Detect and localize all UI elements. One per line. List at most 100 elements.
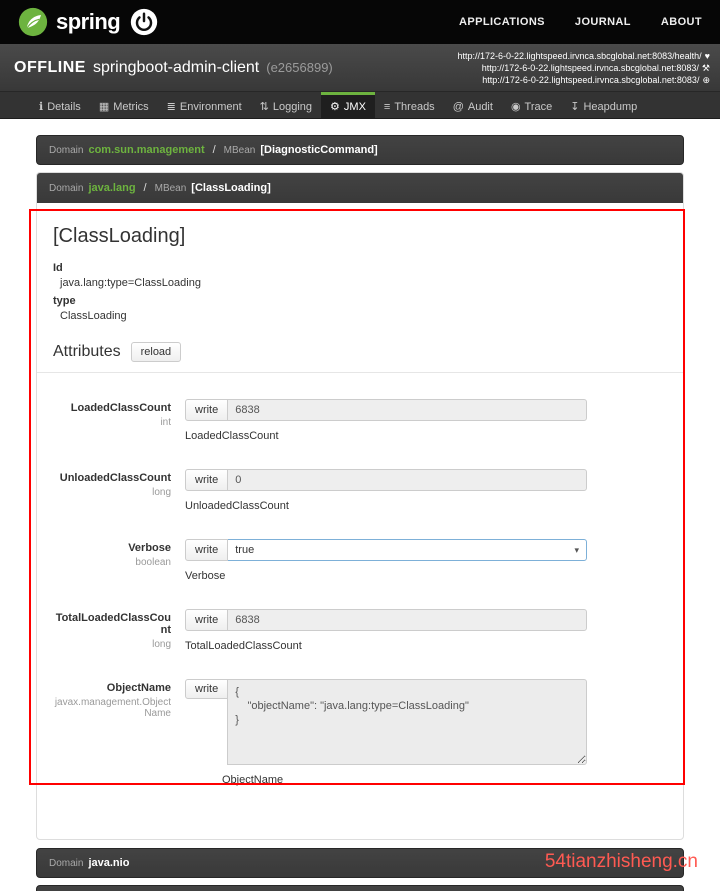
nav-applications[interactable]: APPLICATIONS	[459, 16, 545, 28]
type-label: type	[53, 295, 667, 307]
chevron-down-icon: ▾	[574, 545, 579, 556]
attribute-name: TotalLoadedClassCount	[53, 612, 171, 636]
threads-icon: ≡	[384, 101, 390, 113]
attribute-control: write TotalLoadedClassCount	[185, 609, 587, 652]
nav-journal[interactable]: JOURNAL	[575, 16, 631, 28]
jmx-content: Domain com.sun.management / MBean [Diagn…	[0, 119, 720, 891]
write-button[interactable]: write	[185, 399, 228, 421]
attribute-row-loadedclasscount: LoadedClassCount int write LoadedClassCo…	[53, 399, 667, 442]
input-group: write	[185, 469, 587, 491]
attribute-type: long	[53, 487, 171, 498]
attribute-description: ObjectName	[222, 774, 587, 786]
download-icon: ↧	[570, 100, 579, 113]
attribute-description: Verbose	[185, 570, 587, 582]
info-icon: ℹ	[39, 100, 43, 113]
attributes-title: Attributes	[53, 343, 121, 361]
input-group: write	[185, 399, 587, 421]
write-button[interactable]: write	[185, 679, 228, 699]
input-group: write	[185, 609, 587, 631]
tab-logging[interactable]: ⇅Logging	[251, 92, 321, 118]
tab-bar: ℹDetails ▦Metrics ≣Environment ⇅Logging …	[0, 92, 720, 119]
mbean-label: MBean	[224, 145, 256, 156]
service-url-link[interactable]: http://172-6-0-22.lightspeed.irvnca.sbcg…	[482, 75, 699, 85]
attribute-label: LoadedClassCount int	[53, 399, 185, 442]
tab-label: JMX	[344, 101, 366, 113]
attribute-name: ObjectName	[53, 682, 171, 694]
attribute-control: write LoadedClassCount	[185, 399, 587, 442]
unloadedclasscount-input[interactable]	[227, 469, 587, 491]
reload-button[interactable]: reload	[131, 342, 182, 362]
attribute-label: TotalLoadedClassCount long	[53, 609, 185, 652]
selected-option: true	[235, 544, 254, 556]
domain-label: Domain	[49, 858, 83, 869]
attribute-label: UnloadedClassCount long	[53, 469, 185, 512]
attribute-control: write true ▾ Verbose	[185, 539, 587, 582]
write-button[interactable]: write	[185, 609, 228, 631]
write-button[interactable]: write	[185, 469, 228, 491]
attribute-label: Verbose boolean	[53, 539, 185, 582]
tab-audit[interactable]: @Audit	[444, 92, 502, 118]
mbean-title: [ClassLoading]	[53, 225, 667, 248]
panel-classloading-header[interactable]: Domain java.lang / MBean [ClassLoading]	[37, 173, 683, 203]
classloading-detail: [ClassLoading] Id java.lang:type=ClassLo…	[37, 203, 683, 839]
gears-icon: ⚙	[330, 100, 340, 113]
tab-trace[interactable]: ◉ Trace	[502, 92, 561, 118]
application-name: springboot-admin-client	[93, 59, 259, 77]
url-row: http://172-6-0-22.lightspeed.irvnca.sbcg…	[457, 50, 710, 62]
attribute-name: Verbose	[53, 542, 171, 554]
divider	[37, 372, 683, 373]
health-url-link[interactable]: http://172-6-0-22.lightspeed.irvnca.sbcg…	[457, 51, 701, 61]
spring-brand[interactable]: spring	[18, 7, 120, 37]
mbean-identity: Id java.lang:type=ClassLoading type Clas…	[53, 262, 667, 322]
wrench-icon: ⚒	[702, 63, 710, 73]
loadedclasscount-input[interactable]	[227, 399, 587, 421]
input-group: write { "objectName": "java.lang:type=Cl…	[185, 679, 587, 765]
input-group: write true ▾	[185, 539, 587, 561]
mbean-name: [DiagnosticCommand]	[260, 144, 377, 156]
tab-jmx[interactable]: ⚙ JMX	[321, 92, 375, 118]
url-row: http://172-6-0-22.lightspeed.irvnca.sbcg…	[457, 62, 710, 74]
tab-metrics[interactable]: ▦Metrics	[90, 92, 158, 118]
attribute-description: LoadedClassCount	[185, 430, 587, 442]
tab-heapdump[interactable]: ↧Heapdump	[561, 92, 646, 118]
tab-label: Trace	[525, 101, 553, 113]
eye-icon: ◉	[511, 100, 521, 113]
attribute-name: LoadedClassCount	[53, 402, 171, 414]
nav-about[interactable]: ABOUT	[661, 16, 702, 28]
heart-icon: ♥	[705, 51, 710, 61]
attribute-type: long	[53, 639, 171, 650]
power-icon	[130, 8, 158, 36]
url-row: http://172-6-0-22.lightspeed.irvnca.sbcg…	[457, 74, 710, 86]
write-button[interactable]: write	[185, 539, 228, 561]
spring-logo-icon	[18, 7, 48, 37]
attribute-row-unloadedclasscount: UnloadedClassCount long write UnloadedCl…	[53, 469, 667, 512]
mbean-label: MBean	[155, 183, 187, 194]
tab-threads[interactable]: ≡ Threads	[375, 92, 444, 118]
panel-diagnostic-command[interactable]: Domain com.sun.management / MBean [Diagn…	[36, 135, 684, 165]
attribute-row-verbose: Verbose boolean write true ▾ Verbose	[53, 539, 667, 582]
status-badge: OFFLINE	[14, 59, 86, 77]
verbose-select[interactable]: true ▾	[227, 539, 587, 561]
tab-label: Logging	[273, 101, 312, 113]
attribute-row-objectname: ObjectName javax.management.ObjectName w…	[53, 679, 667, 786]
panel-java-util-logging[interactable]: Domain java.util.logging	[36, 885, 684, 891]
attribute-name: UnloadedClassCount	[53, 472, 171, 484]
application-title: OFFLINE springboot-admin-client (e265689…	[14, 59, 333, 77]
id-value: java.lang:type=ClassLoading	[53, 277, 667, 289]
type-value: ClassLoading	[53, 310, 667, 322]
attribute-type: javax.management.ObjectName	[53, 697, 171, 719]
tab-label: Threads	[394, 101, 434, 113]
tab-details[interactable]: ℹDetails	[30, 92, 90, 118]
management-url-link[interactable]: http://172-6-0-22.lightspeed.irvnca.sbcg…	[482, 63, 699, 73]
panel-classloading: Domain java.lang / MBean [ClassLoading] …	[36, 172, 684, 840]
power-button[interactable]	[130, 8, 158, 36]
tab-environment[interactable]: ≣Environment	[158, 92, 251, 118]
tab-label: Environment	[180, 101, 242, 113]
domain-link[interactable]: java.lang	[88, 182, 135, 194]
totalloadedclasscount-input[interactable]	[227, 609, 587, 631]
objectname-textarea[interactable]: { "objectName": "java.lang:type=ClassLoa…	[227, 679, 587, 765]
domain-link[interactable]: com.sun.management	[88, 144, 204, 156]
watermark: 54tianzhisheng.cn	[545, 851, 698, 873]
attributes-header: Attributes reload	[53, 342, 667, 362]
attribute-type: int	[53, 417, 171, 428]
